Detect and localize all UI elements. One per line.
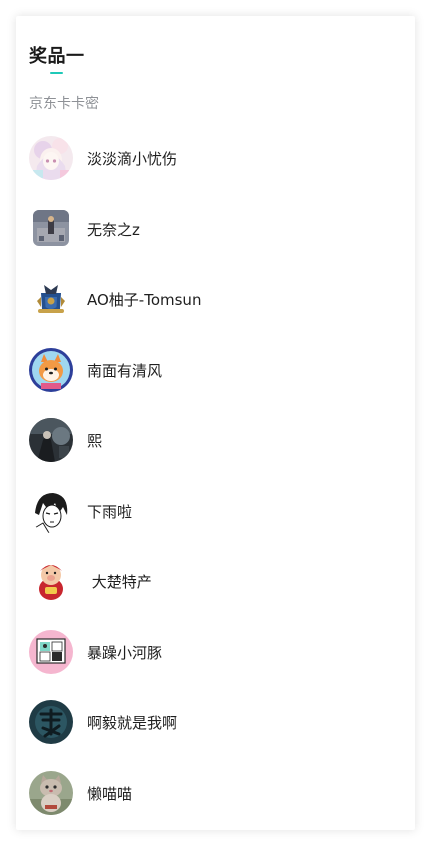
winner-name: 大楚特产 xyxy=(87,573,152,591)
cat-mascot-avatar-icon[interactable] xyxy=(29,770,73,815)
winner-name: 暴躁小河豚 xyxy=(87,643,163,662)
winner-item[interactable]: 无奈之z xyxy=(29,206,399,277)
winner-name: 无奈之z xyxy=(87,220,140,239)
winner-item[interactable]: 南面有清风 xyxy=(29,347,399,418)
prize-title: 奖品一 xyxy=(29,46,85,67)
winner-name: 熙 xyxy=(87,432,103,450)
winner-item[interactable]: 暴躁小河豚 xyxy=(29,629,399,700)
anime-girl-avatar-icon[interactable] xyxy=(29,136,73,180)
winner-item[interactable]: 下雨啦 xyxy=(29,488,399,559)
lucky-pig-avatar-icon[interactable] xyxy=(29,559,73,603)
winner-name: 下雨啦 xyxy=(87,502,133,521)
prize-card: 奖品一 京东卡卡密 淡淡滴小忧伤 无奈之z AO柚子-Tomsun 南面有清风 … xyxy=(16,16,415,830)
title-underline xyxy=(50,72,63,74)
prize-subtitle: 京东卡卡密 xyxy=(29,96,99,112)
winner-name: 懒喵喵 xyxy=(87,784,133,803)
winner-name: 南面有清风 xyxy=(87,361,163,380)
calligraphy-avatar-icon[interactable] xyxy=(29,700,73,744)
winner-name: AO柚子-Tomsun xyxy=(87,291,202,309)
winner-name: 淡淡滴小忧伤 xyxy=(87,150,178,168)
dark-scene-avatar-icon[interactable] xyxy=(29,418,73,462)
winner-name: 啊毅就是我啊 xyxy=(87,714,178,732)
pink-frame-avatar-icon[interactable] xyxy=(29,629,73,674)
crest-badge-avatar-icon[interactable] xyxy=(29,277,73,321)
winner-item[interactable]: 啊毅就是我啊 xyxy=(29,699,399,770)
winner-item[interactable]: AO柚子-Tomsun xyxy=(29,276,399,347)
winner-list: 淡淡滴小忧伤 无奈之z AO柚子-Tomsun 南面有清风 熙 下雨啦 大楚特产… xyxy=(29,135,399,840)
winner-item[interactable]: 大楚特产 xyxy=(29,558,399,629)
winner-item[interactable]: 懒喵喵 xyxy=(29,770,399,841)
winner-item[interactable]: 淡淡滴小忧伤 xyxy=(29,135,399,206)
winner-item[interactable]: 熙 xyxy=(29,417,399,488)
manga-boy-avatar-icon[interactable] xyxy=(29,488,73,533)
shiba-dog-avatar-icon[interactable] xyxy=(29,347,73,392)
game-scene-avatar-icon[interactable] xyxy=(33,209,69,246)
